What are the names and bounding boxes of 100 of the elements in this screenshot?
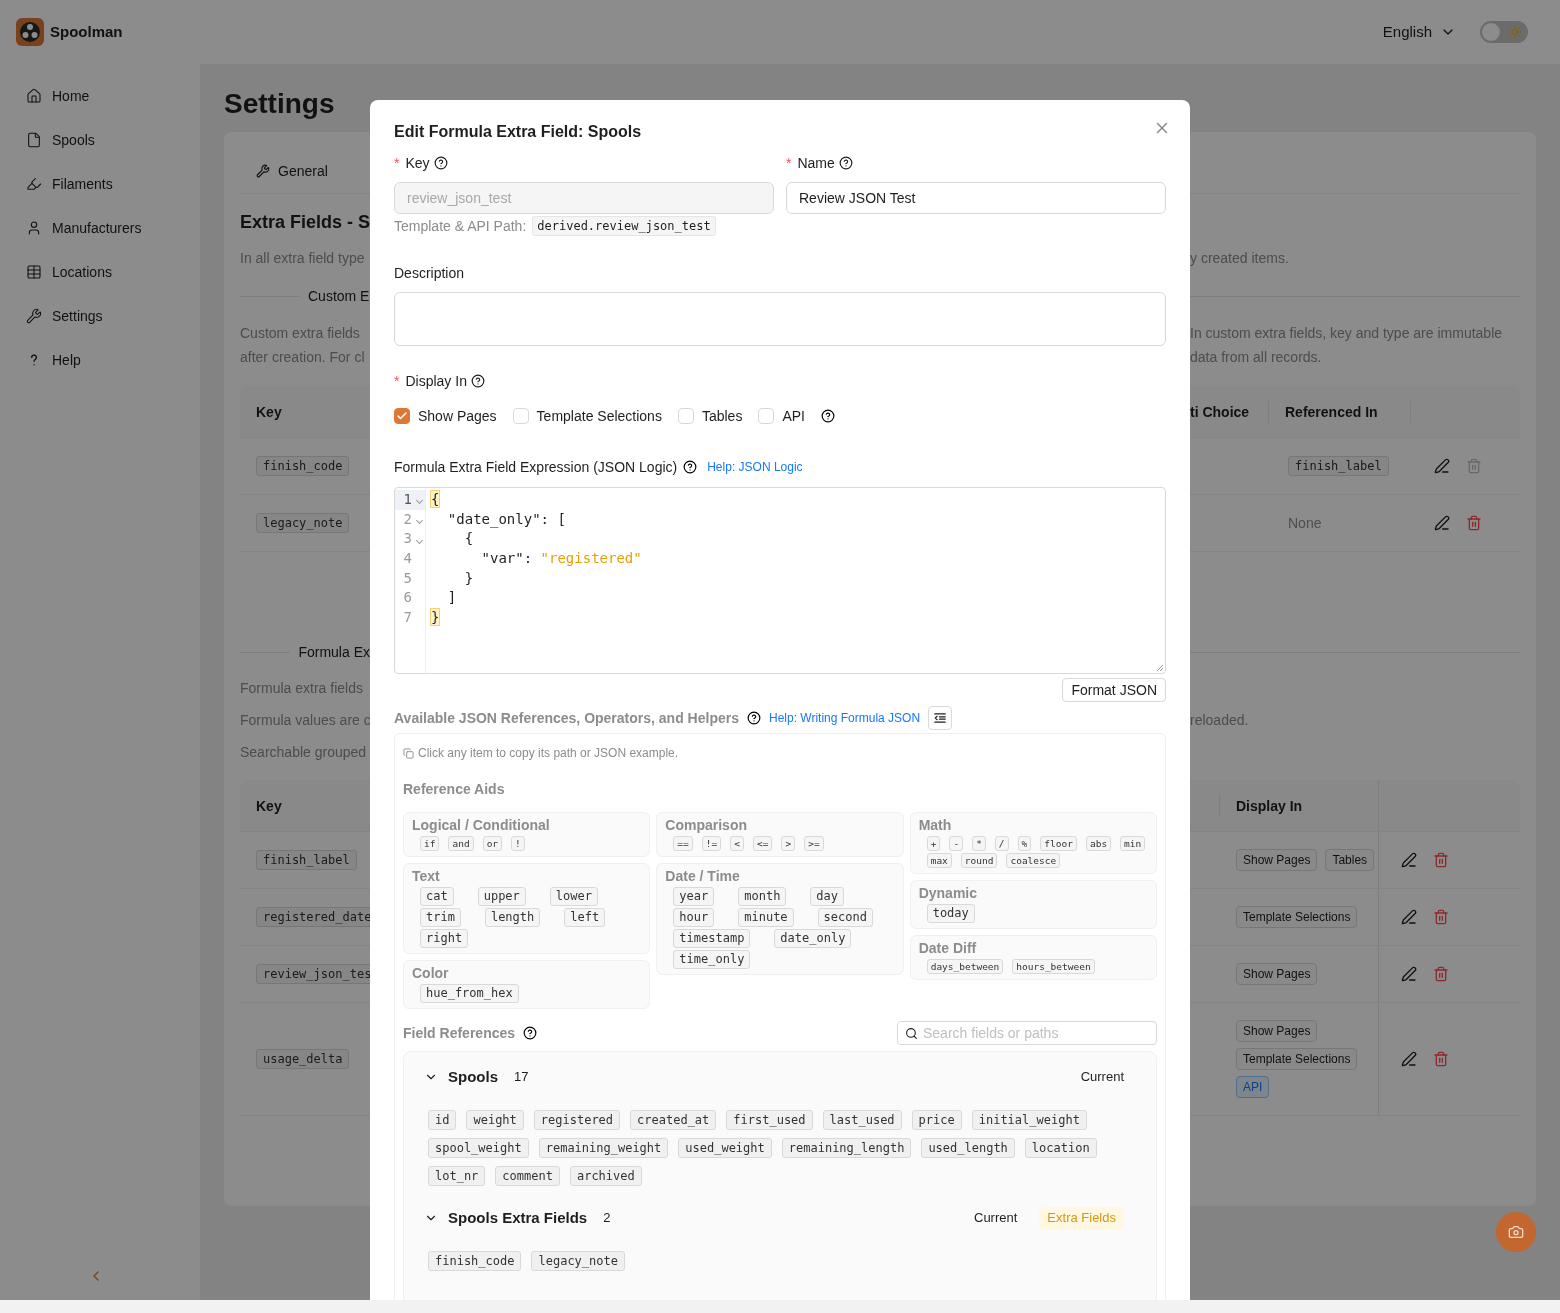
checkbox[interactable] <box>394 408 410 424</box>
user-icon <box>26 220 42 236</box>
edit-icon[interactable] <box>1401 852 1417 868</box>
reference-chip[interactable]: if <box>420 836 440 851</box>
trash-icon[interactable] <box>1433 966 1449 982</box>
reference-chip[interactable]: round <box>960 853 998 868</box>
reference-chip[interactable]: > <box>781 836 796 851</box>
reference-chip[interactable]: and <box>448 836 474 851</box>
help-link[interactable]: Help: JSON Logic <box>707 459 803 475</box>
search-field[interactable]: Search fields or paths <box>897 1021 1157 1045</box>
reference-chip[interactable]: <= <box>752 836 773 851</box>
reference-chip[interactable]: >= <box>804 836 824 851</box>
field-chip[interactable]: legacy_note <box>531 1251 625 1271</box>
field-chip[interactable]: initial_weight <box>971 1110 1087 1130</box>
reference-chip[interactable]: trim <box>420 908 461 927</box>
field-chip[interactable]: comment <box>495 1166 560 1186</box>
reference-chip[interactable]: year <box>673 887 715 906</box>
field-chip[interactable]: first_used <box>726 1110 813 1130</box>
field-chip[interactable]: location <box>1024 1138 1097 1158</box>
reference-chip[interactable]: month <box>738 887 787 906</box>
format-json-button[interactable]: Format JSON <box>1062 678 1166 702</box>
reference-chip[interactable]: ! <box>511 836 525 851</box>
reference-chip[interactable]: hours_between <box>1012 959 1095 974</box>
code-editor[interactable]: 1 2 3 4 5 6 7 { "date_only": [ { "var": "registered" } ] } <box>394 487 1166 674</box>
reference-chip[interactable]: min <box>1120 836 1146 851</box>
description-input[interactable] <box>394 292 1166 346</box>
field-chip[interactable]: used_weight <box>678 1138 772 1158</box>
collapse-all-button[interactable] <box>928 706 953 730</box>
reference-chip[interactable]: abs <box>1085 836 1112 851</box>
reference-chip[interactable]: - <box>949 836 964 851</box>
reference-chip[interactable]: or <box>482 836 503 851</box>
reference-chip[interactable]: right <box>420 929 469 948</box>
reference-chip[interactable]: / <box>994 836 1009 851</box>
reference-chip[interactable]: date_only <box>774 929 852 948</box>
description-text: reloaded. <box>1190 711 1249 730</box>
reference-chip[interactable]: upper <box>477 887 526 906</box>
nav-item[interactable]: Spools <box>0 118 200 162</box>
reference-chip[interactable]: hue_from_hex <box>420 984 519 1003</box>
reference-group-title: Dynamic <box>918 884 977 903</box>
field-chip[interactable]: remaining_weight <box>538 1138 669 1158</box>
nav-item[interactable]: Home <box>0 74 200 118</box>
field-chip[interactable]: registered <box>533 1110 621 1130</box>
trash-icon[interactable] <box>1433 1051 1449 1067</box>
reference-chip[interactable]: coalesce <box>1006 853 1061 868</box>
reference-chip[interactable]: left <box>564 908 606 927</box>
reference-chip[interactable]: == <box>673 836 693 851</box>
path-label: Template & API Path: <box>394 217 527 236</box>
edit-icon[interactable] <box>1434 515 1450 531</box>
nav-item[interactable]: Filaments <box>0 162 200 206</box>
help-link[interactable]: Help: Writing Formula JSON <box>768 710 921 726</box>
reference-chip[interactable]: lower <box>549 887 598 906</box>
reference-chip[interactable]: < <box>730 836 744 851</box>
field-chip[interactable]: remaining_length <box>781 1138 912 1158</box>
resize-handle-icon[interactable] <box>1156 664 1164 672</box>
edit-icon[interactable] <box>1434 458 1450 474</box>
nav-item[interactable]: Locations <box>0 250 200 294</box>
edit-icon[interactable] <box>1401 1051 1417 1067</box>
trash-icon[interactable] <box>1433 852 1449 868</box>
theme-switch[interactable] <box>1480 21 1528 43</box>
description-text: y created items. <box>1190 249 1289 268</box>
trash-icon[interactable] <box>1433 909 1449 925</box>
trash-icon[interactable] <box>1466 515 1482 531</box>
language-select[interactable]: English <box>1382 20 1456 44</box>
field-chip[interactable]: archived <box>569 1166 642 1186</box>
reference-chip[interactable]: floor <box>1040 836 1077 851</box>
reference-chip[interactable]: length <box>484 908 541 927</box>
field-chip[interactable]: spool_weight <box>428 1138 529 1158</box>
field-chip[interactable]: lot_nr <box>428 1166 486 1186</box>
nav-item[interactable]: Settings <box>0 294 200 338</box>
reference-chip[interactable]: cat <box>420 887 454 906</box>
edit-icon[interactable] <box>1401 909 1417 925</box>
name-input[interactable]: Review JSON Test <box>786 182 1166 214</box>
reference-chip[interactable]: * <box>972 836 986 851</box>
reference-chip[interactable]: % <box>1017 836 1032 851</box>
reference-chip[interactable]: max <box>926 853 952 868</box>
field-chip[interactable]: used_length <box>921 1138 1015 1158</box>
field-chip[interactable]: created_at <box>630 1110 717 1130</box>
reference-chip[interactable]: time_only <box>673 950 751 969</box>
reference-chip[interactable]: day <box>810 887 845 906</box>
field-chip[interactable]: id <box>428 1110 457 1130</box>
field-chip[interactable]: finish_code <box>428 1251 522 1271</box>
nav-item[interactable]: Help <box>0 338 200 382</box>
reference-chip[interactable]: days_between <box>926 959 1004 974</box>
nav-item[interactable]: Manufacturers <box>0 206 200 250</box>
edit-icon[interactable] <box>1401 966 1417 982</box>
reference-chip[interactable]: != <box>701 836 722 851</box>
field-chip[interactable]: weight <box>466 1110 524 1130</box>
display-tag: Template Selections <box>1236 1048 1358 1070</box>
reference-chip[interactable]: hour <box>673 908 715 927</box>
reference-chip[interactable]: today <box>926 904 975 923</box>
reference-chip[interactable]: timestamp <box>673 929 751 948</box>
reference-chip[interactable]: second <box>817 908 873 927</box>
tab[interactable]: General <box>256 160 328 181</box>
group-count: 17 <box>514 1068 529 1087</box>
field-chip[interactable]: price <box>911 1110 962 1130</box>
field-chip[interactable]: last_used <box>822 1110 902 1130</box>
reference-chip[interactable]: minute <box>738 908 794 927</box>
help-icon <box>470 374 485 388</box>
code-line: ] <box>446 588 457 608</box>
reference-chip[interactable]: + <box>926 836 941 851</box>
